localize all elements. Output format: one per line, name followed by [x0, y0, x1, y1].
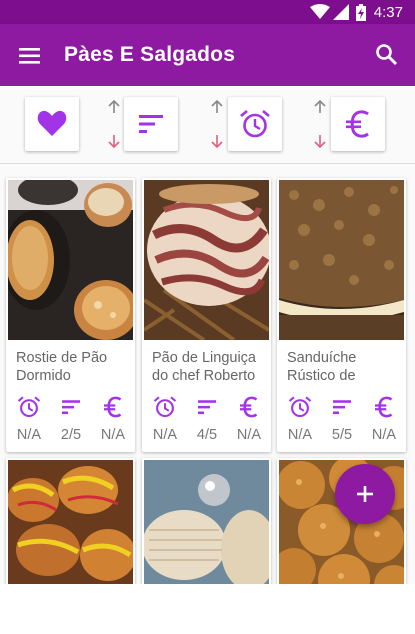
euro-icon: [346, 110, 369, 138]
alarm-icon: [240, 110, 270, 138]
sort-icon: [333, 400, 351, 415]
recipe-name: Rostie de Pão Dormido: [16, 350, 108, 384]
recipe-card[interactable]: Sanduíche Rústico de N/A 5/5 N/A: [277, 178, 406, 452]
time-sort-arrows[interactable]: [210, 98, 224, 148]
sort-icon: [198, 400, 216, 415]
arrow-down-icon: [108, 135, 120, 148]
recipe-rating: 4/5: [196, 427, 218, 443]
recipe-photo: [144, 180, 269, 340]
time-sort-button[interactable]: [228, 97, 282, 151]
recipe-time: N/A: [287, 427, 313, 443]
filter-toolbar: [0, 86, 415, 164]
arrow-down-icon: [314, 135, 326, 148]
recipe-price: N/A: [100, 427, 126, 443]
euro-icon: [240, 396, 258, 418]
recipe-meta-icons: [142, 395, 271, 421]
battery-icon: [356, 4, 366, 21]
rating-sort-button[interactable]: [124, 97, 178, 151]
alarm-icon: [288, 396, 312, 418]
bottom-area: [0, 584, 415, 634]
arrow-up-icon: [314, 100, 326, 113]
add-recipe-button[interactable]: [335, 464, 395, 524]
alarm-icon: [17, 396, 41, 418]
status-bar: 4:37: [0, 0, 415, 24]
menu-icon[interactable]: [16, 42, 44, 70]
recipe-photo: [279, 180, 404, 340]
recipe-meta-values: N/A 2/5 N/A: [6, 427, 135, 445]
recipe-card[interactable]: Rostie de Pão Dormido N/A 2/5 N/A: [6, 178, 135, 452]
recipe-meta-icons: [277, 395, 406, 421]
recipe-time: N/A: [16, 427, 42, 443]
status-time: 4:37: [373, 4, 403, 21]
recipe-meta-values: N/A 5/5 N/A: [277, 427, 406, 445]
rating-sort-arrows[interactable]: [107, 98, 121, 148]
euro-icon: [375, 396, 393, 418]
screen: 4:37 Pàes E Salgados Rostie de Pão Dormi…: [0, 0, 415, 634]
arrow-up-icon: [108, 100, 120, 113]
recipe-photo: [8, 460, 133, 584]
euro-icon: [104, 396, 122, 418]
recipe-rating: 2/5: [60, 427, 82, 443]
recipe-name: Pão de Linguiça do chef Roberto: [152, 350, 256, 384]
sort-icon: [62, 400, 80, 415]
arrow-down-icon: [211, 135, 223, 148]
recipe-card[interactable]: [142, 458, 271, 584]
price-sort-button[interactable]: [331, 97, 385, 151]
recipe-photo: [144, 460, 269, 584]
favorites-filter-button[interactable]: [25, 97, 79, 151]
alarm-icon: [153, 396, 177, 418]
heart-icon: [37, 110, 67, 136]
arrow-up-icon: [211, 100, 223, 113]
search-icon[interactable]: [373, 41, 401, 69]
recipe-photo: [8, 180, 133, 340]
app-title: Pàes E Salgados: [64, 43, 236, 66]
recipe-card[interactable]: Pão de Linguiça do chef Roberto N/A 4/5 …: [142, 178, 271, 452]
recipe-rating: 5/5: [331, 427, 353, 443]
price-sort-arrows[interactable]: [313, 98, 327, 148]
app-bar: Pàes E Salgados: [0, 24, 415, 86]
recipe-time: N/A: [152, 427, 178, 443]
recipe-price: N/A: [236, 427, 262, 443]
sort-icon: [139, 115, 163, 133]
wifi-icon: [310, 4, 330, 19]
recipe-name: Sanduíche Rústico de: [287, 350, 357, 384]
recipe-card[interactable]: [6, 458, 135, 584]
plus-icon: [357, 486, 373, 502]
recipe-meta-icons: [6, 395, 135, 421]
signal-icon: [333, 4, 349, 20]
recipe-meta-values: N/A 4/5 N/A: [142, 427, 271, 445]
recipe-price: N/A: [371, 427, 397, 443]
